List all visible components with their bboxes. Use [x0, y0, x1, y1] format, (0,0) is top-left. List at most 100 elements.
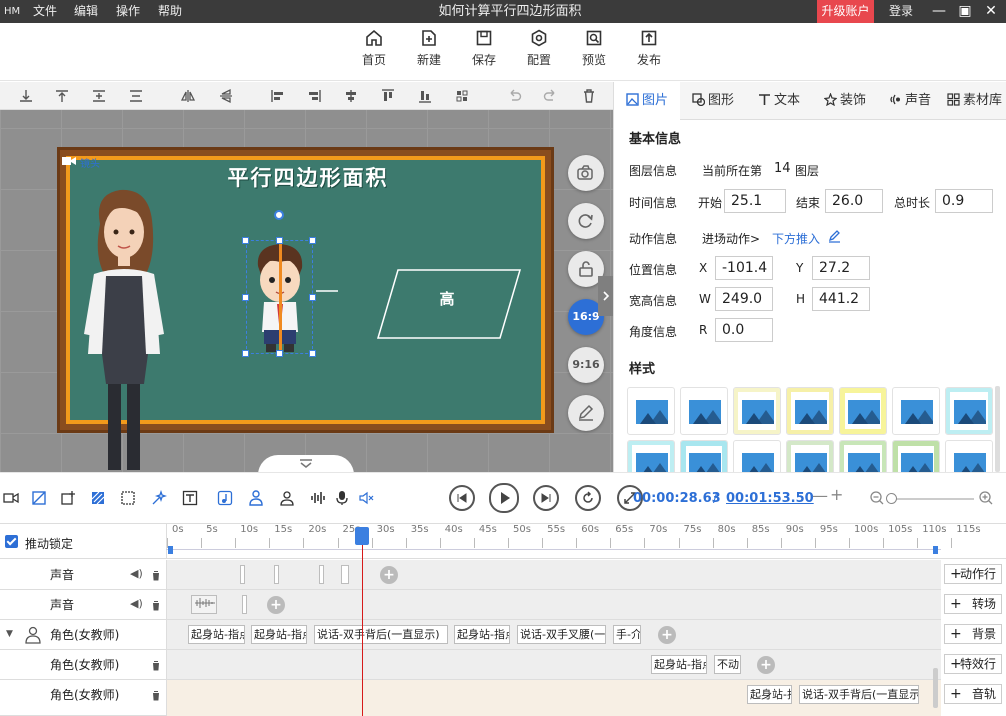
h-input[interactable]: 441.2: [812, 287, 870, 311]
trash-icon[interactable]: [151, 690, 161, 701]
add-audio-track-button[interactable]: + 音轨: [944, 684, 1002, 704]
audio-wave-icon[interactable]: [310, 490, 326, 506]
resize-handle-tl[interactable]: [242, 237, 249, 244]
range-start-marker[interactable]: [168, 546, 173, 554]
add-transition-button[interactable]: + 转场: [944, 594, 1002, 614]
menu-operate[interactable]: 操作: [116, 0, 140, 23]
action-clip[interactable]: 起身站-指点: [747, 685, 792, 704]
add-element-icon[interactable]: [60, 490, 76, 506]
sound-clip[interactable]: [191, 595, 217, 614]
effect-icon[interactable]: [151, 490, 167, 506]
zoom-plus-icon[interactable]: +: [830, 485, 843, 504]
distribute-icon[interactable]: [454, 88, 470, 104]
minimize-icon[interactable]: —: [926, 0, 952, 23]
style-preset[interactable]: [680, 387, 728, 435]
w-input[interactable]: 249.0: [715, 287, 773, 311]
add-clip-button[interactable]: +: [267, 596, 285, 614]
tab-shape[interactable]: 图形: [680, 82, 746, 120]
tab-image[interactable]: 图片: [614, 82, 680, 120]
skip-end-button[interactable]: [533, 485, 559, 511]
background-icon[interactable]: [31, 490, 47, 506]
add-background-button[interactable]: + 背景: [944, 624, 1002, 644]
sound-clip[interactable]: [274, 565, 279, 584]
rotate-handle[interactable]: [274, 210, 284, 220]
trash-icon[interactable]: [151, 660, 161, 671]
volume-icon[interactable]: ◀): [130, 597, 143, 610]
tab-decor[interactable]: 装饰: [812, 82, 878, 120]
sound-clip[interactable]: [240, 565, 245, 584]
trash-icon[interactable]: [151, 600, 161, 611]
expand-arrow-icon[interactable]: ▼: [6, 629, 13, 639]
end-input[interactable]: 26.0: [825, 189, 883, 213]
board-title[interactable]: 平行四边形面积: [208, 162, 408, 192]
login-button[interactable]: 登录: [889, 0, 913, 23]
align-top-icon[interactable]: [54, 88, 70, 104]
delete-icon[interactable]: [581, 88, 597, 104]
style-preset[interactable]: [680, 440, 728, 472]
action-clip[interactable]: 不动: [714, 655, 741, 674]
resize-handle-t[interactable]: [276, 237, 283, 244]
upgrade-button[interactable]: 升级账户: [817, 0, 874, 23]
sound-clip[interactable]: [319, 565, 324, 584]
layer-down-icon[interactable]: [128, 88, 144, 104]
zoom-in-icon[interactable]: [978, 490, 994, 506]
maximize-icon[interactable]: ▣: [952, 0, 978, 23]
snapshot-button[interactable]: [568, 155, 604, 191]
flip-vertical-icon[interactable]: [218, 88, 234, 104]
person-icon[interactable]: [248, 490, 264, 506]
style-preset[interactable]: [786, 440, 834, 472]
tab-text[interactable]: 文本: [746, 82, 812, 120]
playhead-handle[interactable]: [355, 527, 369, 545]
redo-icon[interactable]: [543, 88, 559, 104]
action-clip[interactable]: 起身站-指点: [651, 655, 707, 674]
sound-clip[interactable]: [242, 595, 247, 614]
skip-start-button[interactable]: [449, 485, 475, 511]
add-clip-button[interactable]: +: [658, 626, 676, 644]
resize-handle-b[interactable]: [276, 350, 283, 357]
style-preset[interactable]: [945, 387, 993, 435]
publish-button[interactable]: 发布: [627, 29, 671, 68]
play-button[interactable]: [489, 483, 519, 513]
zoom-minus-icon[interactable]: —: [812, 486, 828, 505]
canvas-area[interactable]: 平行四边形面积 镜头 高 16:9 9:16: [0, 110, 613, 472]
r-input[interactable]: 0.0: [715, 318, 773, 342]
tab-library[interactable]: 素材库: [942, 82, 1006, 120]
action-clip[interactable]: 起身站-指点: [251, 625, 307, 644]
zoom-slider-track[interactable]: [888, 498, 974, 500]
menu-edit[interactable]: 编辑: [74, 0, 98, 23]
style-preset[interactable]: [892, 387, 940, 435]
track-lane[interactable]: 起身站-指点 说话-双手背后(一直显示): [166, 680, 941, 716]
style-preset[interactable]: [839, 440, 887, 472]
y-input[interactable]: 27.2: [812, 256, 870, 280]
trash-icon[interactable]: [151, 570, 161, 581]
ratio-9-16-button[interactable]: 9:16: [568, 347, 604, 383]
style-preset[interactable]: [945, 440, 993, 472]
resize-handle-tr[interactable]: [309, 237, 316, 244]
style-preset[interactable]: [839, 387, 887, 435]
resize-handle-bl[interactable]: [242, 350, 249, 357]
style-preset[interactable]: [627, 387, 675, 435]
action-clip[interactable]: 起身站-指点: [454, 625, 510, 644]
align-right-icon[interactable]: [306, 88, 322, 104]
action-clip[interactable]: 起身站-指点: [188, 625, 245, 644]
microphone-icon[interactable]: [334, 490, 350, 506]
camera-track-icon[interactable]: [3, 490, 19, 506]
sound-clip[interactable]: [341, 565, 349, 584]
replay-button[interactable]: [575, 485, 601, 511]
edit-button[interactable]: [568, 395, 604, 431]
save-button[interactable]: 保存: [462, 29, 506, 68]
track-lane[interactable]: 起身站-指点 起身站-指点 说话-双手背后(一直显示) 起身站-指点 说话-双手…: [166, 620, 941, 649]
action-clip[interactable]: 说话-双手背后(一直显示): [799, 685, 919, 704]
track-lane[interactable]: 起身站-指点 不动 +: [166, 650, 941, 679]
foreground-icon[interactable]: [90, 490, 106, 506]
style-scrollbar[interactable]: [995, 386, 1000, 472]
total-time[interactable]: 00:01:53.50: [726, 491, 814, 506]
tracks-scrollbar[interactable]: [933, 668, 938, 708]
align-top-edge-icon[interactable]: [380, 88, 396, 104]
duration-input[interactable]: 0.9: [935, 189, 993, 213]
resize-handle-br[interactable]: [309, 350, 316, 357]
new-button[interactable]: 新建: [407, 29, 451, 68]
resize-handle-r[interactable]: [309, 294, 316, 301]
home-button[interactable]: 首页: [352, 29, 396, 68]
style-preset[interactable]: [733, 387, 781, 435]
